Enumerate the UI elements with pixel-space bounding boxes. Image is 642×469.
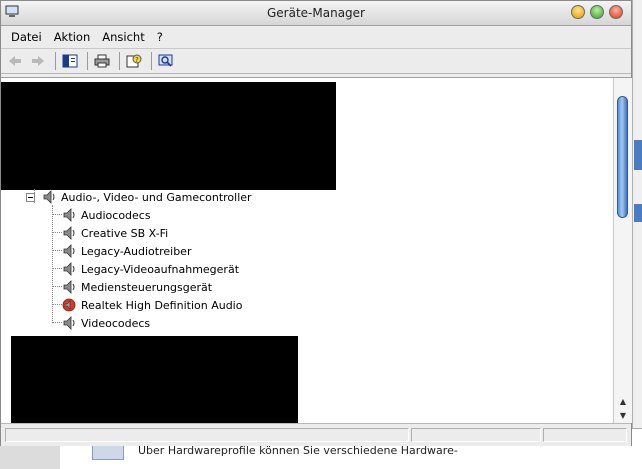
console-tree-icon xyxy=(62,54,78,68)
forward-button[interactable] xyxy=(28,52,48,70)
speaker-icon xyxy=(63,262,75,276)
device-manager-window: Geräte-Manager Datei Aktion Ansicht ? ? … xyxy=(0,0,632,446)
collapse-toggle[interactable] xyxy=(26,193,35,202)
toolbar-separator xyxy=(55,52,56,70)
status-pane xyxy=(411,428,541,442)
window-title: Geräte-Manager xyxy=(267,6,365,20)
speaker-icon xyxy=(43,190,55,204)
redacted-region xyxy=(1,82,336,190)
tree-item[interactable]: Audiocodecs xyxy=(61,206,151,224)
tree-item-label: Creative SB X-Fi xyxy=(81,226,169,240)
speaker-icon xyxy=(63,226,75,240)
status-pane xyxy=(5,428,409,442)
tree-item-label: Mediensteuerungsgerät xyxy=(81,280,213,294)
print-icon xyxy=(94,54,110,68)
tree-item[interactable]: Legacy-Audiotreiber xyxy=(61,242,191,260)
vertical-scrollbar[interactable]: ▲ ▼ xyxy=(613,78,632,423)
maximize-button[interactable] xyxy=(590,5,604,19)
back-icon xyxy=(9,56,21,66)
menu-datei[interactable]: Datei xyxy=(5,30,48,44)
tree-item-label: Videocodecs xyxy=(81,316,151,330)
speaker-icon xyxy=(63,280,75,294)
toolbar-separator xyxy=(119,52,120,70)
tree-line xyxy=(52,205,53,323)
tree-category-audio-video[interactable]: Audio-, Video- und Gamecontroller xyxy=(41,188,252,206)
scan-hardware-button[interactable] xyxy=(156,52,176,70)
toolbar-separator xyxy=(87,52,88,70)
toolbar: ? xyxy=(1,48,631,74)
status-pane xyxy=(543,428,627,442)
tree-item-label: Legacy-Videoaufnahmegerät xyxy=(81,262,240,276)
scroll-down-arrow[interactable]: ▼ xyxy=(614,408,632,422)
scroll-up-arrow[interactable]: ▲ xyxy=(614,394,632,408)
speaker-icon xyxy=(63,244,75,258)
tree-item-label: Audiocodecs xyxy=(81,208,151,222)
title-bar[interactable]: Geräte-Manager xyxy=(1,1,631,26)
properties-help-icon: ? xyxy=(126,54,142,68)
realtek-speaker-icon xyxy=(62,298,76,312)
tree-item[interactable]: Creative SB X-Fi xyxy=(61,224,168,242)
background-window-edge xyxy=(632,0,642,458)
scrollbar-thumb[interactable] xyxy=(617,96,628,218)
tree-item-label: Legacy-Audiotreiber xyxy=(81,244,192,258)
speaker-icon xyxy=(63,316,75,330)
menu-bar: Datei Aktion Ansicht ? xyxy=(1,26,631,48)
tree-category-label: Audio-, Video- und Gamecontroller xyxy=(61,190,252,204)
svg-text:?: ? xyxy=(135,56,139,64)
status-bar xyxy=(1,423,631,446)
menu-help[interactable]: ? xyxy=(151,30,169,44)
redacted-region xyxy=(11,336,298,430)
tree-item[interactable]: Legacy-Videoaufnahmegerät xyxy=(61,260,239,278)
tree-item[interactable]: Mediensteuerungsgerät xyxy=(61,278,212,296)
speaker-icon xyxy=(63,208,75,222)
close-button[interactable] xyxy=(609,5,623,19)
menu-ansicht[interactable]: Ansicht xyxy=(96,30,150,44)
scan-hardware-icon xyxy=(158,54,173,67)
device-tree-pane: Audio-, Video- und Gamecontroller Audioc… xyxy=(1,77,632,430)
background-window-highlight xyxy=(634,204,642,222)
forward-icon xyxy=(32,56,44,66)
background-window-highlight xyxy=(634,140,642,170)
minimize-button[interactable] xyxy=(571,5,585,19)
properties-help-button[interactable]: ? xyxy=(124,52,144,70)
console-tree-button[interactable] xyxy=(60,52,80,70)
tree-item-label: Realtek High Definition Audio xyxy=(81,298,243,312)
print-button[interactable] xyxy=(92,52,112,70)
toolbar-separator xyxy=(151,52,152,70)
menu-aktion[interactable]: Aktion xyxy=(48,30,97,44)
back-button[interactable] xyxy=(5,52,25,70)
tree-item[interactable]: Realtek High Definition Audio xyxy=(61,296,242,314)
device-tree: Audio-, Video- und Gamecontroller Audioc… xyxy=(1,78,613,430)
tree-item[interactable]: Videocodecs xyxy=(61,314,150,332)
